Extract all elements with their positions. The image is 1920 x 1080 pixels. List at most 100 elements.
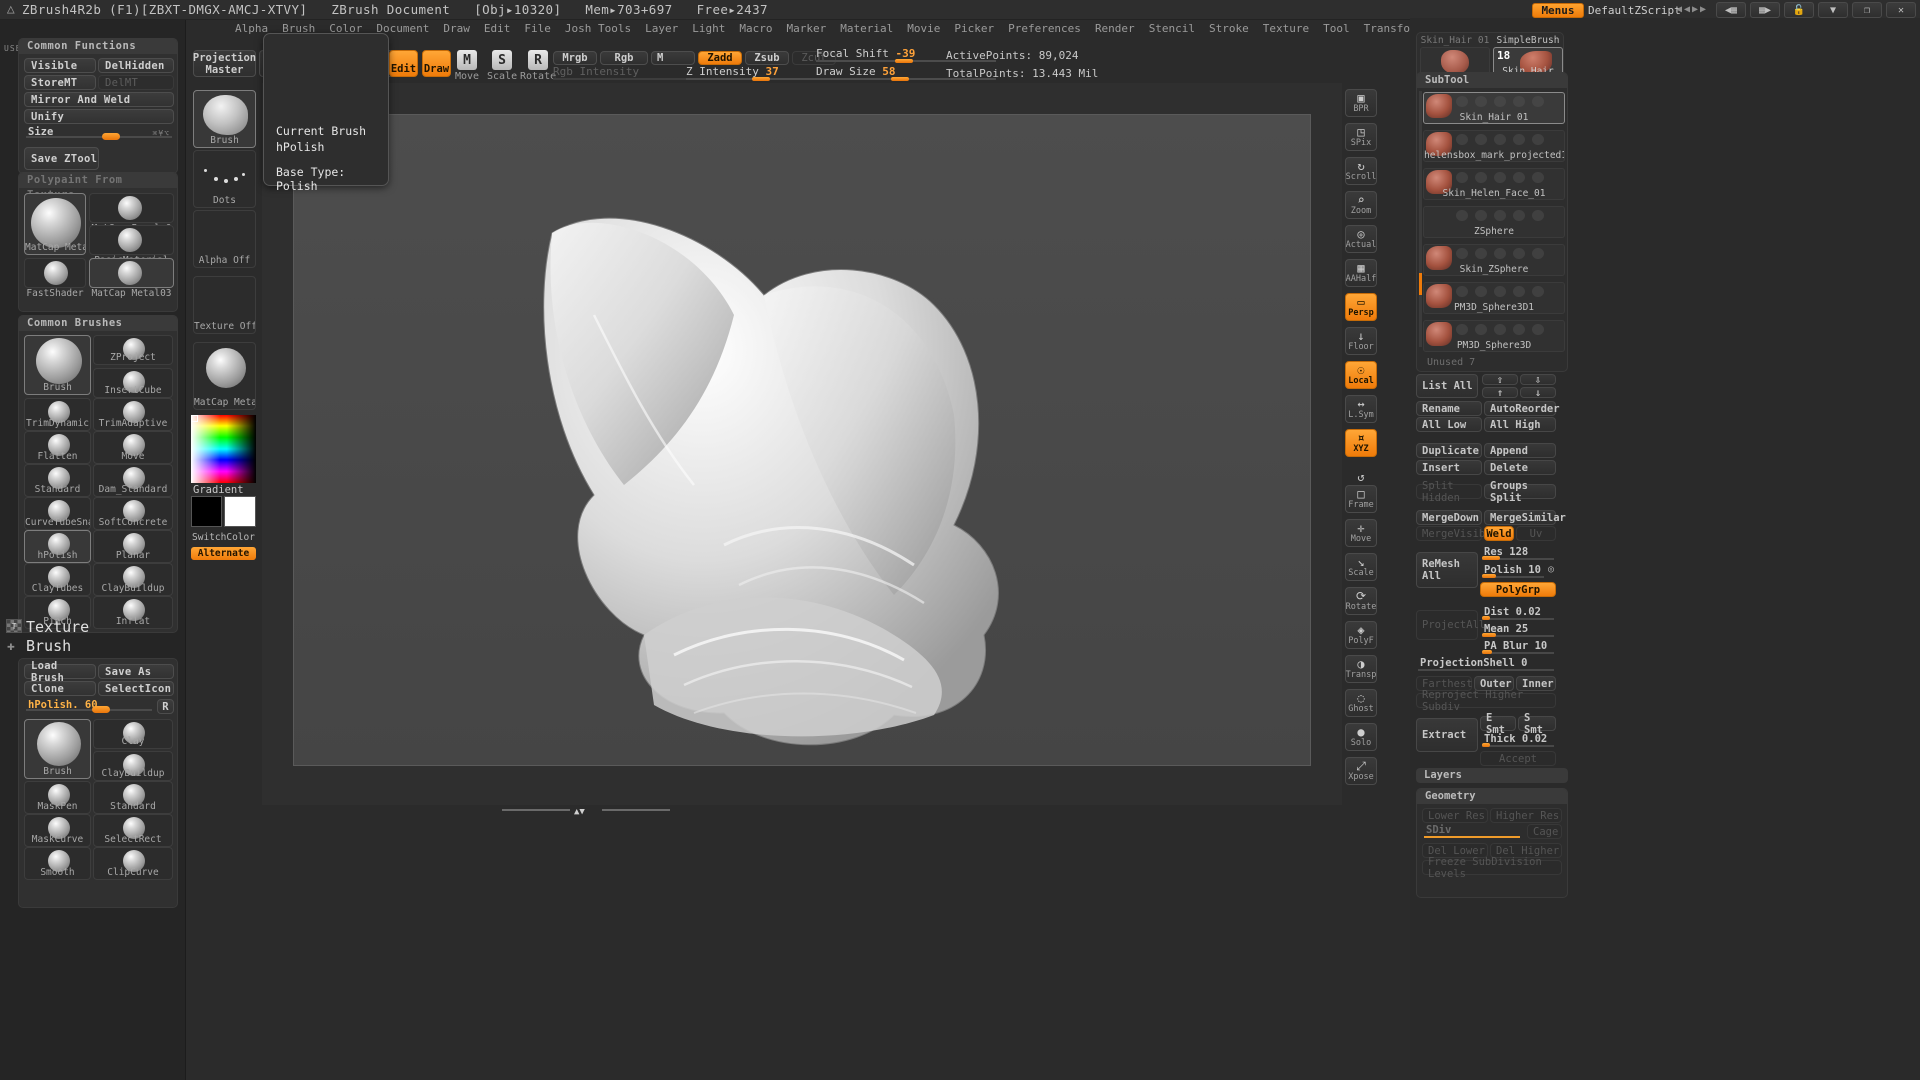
brush-cell-insertcube[interactable]: InsertCube — [93, 368, 173, 398]
subtool-row[interactable]: Skin_Helen_Face_01 — [1423, 168, 1565, 200]
thick-slider[interactable]: Thick 0.02 — [1480, 733, 1556, 748]
viewport-spix-button[interactable]: ◳ SPix — [1345, 123, 1377, 151]
polish-mode-icon[interactable]: ◎ — [1548, 564, 1554, 575]
brush-cell-trimadaptive[interactable]: TrimAdaptive — [93, 398, 173, 431]
brush-cell-planar[interactable]: Planar — [93, 530, 173, 563]
brushlist-cell-selectrect[interactable]: SelectRect — [93, 814, 173, 847]
visibility-eye-icon[interactable] — [1532, 134, 1544, 145]
window-controls[interactable]: ◀▦ ▦▶ 🔓 ▼ ❐ ✕ — [1716, 2, 1916, 18]
lock-icon[interactable]: 🔓 — [1784, 2, 1814, 18]
canvas-area[interactable] — [262, 83, 1342, 805]
autoreorder-button[interactable]: AutoReorder — [1484, 401, 1560, 416]
eye-toggle-b-icon[interactable] — [1475, 248, 1487, 259]
material-fastshader[interactable]: FastShader — [24, 258, 86, 299]
eye-toggle-a-icon[interactable] — [1456, 172, 1468, 183]
reproject-button[interactable]: Reproject Higher Subdiv — [1416, 689, 1556, 713]
subtool-row[interactable]: Skin_ZSphere — [1423, 244, 1565, 276]
size-slider-knob[interactable] — [102, 133, 120, 140]
subtool-visibility-toggles[interactable] — [1456, 134, 1544, 145]
merge-down-button[interactable]: MergeDown — [1416, 510, 1482, 525]
menu-item-tool[interactable]: Tool — [1316, 21, 1357, 36]
secondary-color-swatch[interactable] — [224, 496, 256, 527]
groups-split-button[interactable]: Groups Split — [1484, 480, 1556, 504]
scale-button[interactable]: S Scale — [487, 50, 517, 82]
brush-cell-brush[interactable]: Brush — [24, 335, 91, 395]
menu-item-stencil[interactable]: Stencil — [1142, 21, 1202, 36]
dist-knob[interactable] — [1482, 616, 1490, 620]
sdiv-slider[interactable]: SDiv — [1422, 824, 1522, 839]
paint-toggle-icon[interactable] — [1513, 134, 1525, 145]
visibility-eye-icon[interactable] — [1532, 248, 1544, 259]
merge-visible-button[interactable]: MergeVisible — [1416, 526, 1498, 541]
res-knob[interactable] — [1482, 556, 1500, 560]
canvas-hscrollbar[interactable]: ▲▼ — [262, 805, 1342, 817]
contrast-toggle-icon[interactable] — [1494, 96, 1506, 107]
save-as-button[interactable]: Save As — [98, 664, 174, 679]
viewport-frame-button[interactable]: □ Frame — [1345, 485, 1377, 513]
zadd-button[interactable]: Zadd — [698, 51, 742, 65]
size-slider[interactable]: Size ⌘¥⌥ — [24, 126, 174, 140]
visibility-eye-icon[interactable] — [1532, 324, 1544, 335]
viewport-l.sym-button[interactable]: ↔ L.Sym — [1345, 395, 1377, 423]
menu-item-light[interactable]: Light — [685, 21, 732, 36]
projection-shell-slider[interactable]: ProjectionShell 0 — [1416, 657, 1556, 672]
draw-button[interactable]: Draw — [422, 50, 451, 77]
menu-item-file[interactable]: File — [517, 21, 558, 36]
polygrp-button[interactable]: PolyGrp — [1480, 582, 1556, 597]
mean-slider[interactable]: Mean 25 — [1480, 623, 1556, 638]
s-smt-button[interactable]: S Smt — [1518, 712, 1556, 736]
maximize-icon[interactable]: ❐ — [1852, 2, 1882, 18]
brushlist-cell-standard[interactable]: Standard — [93, 781, 173, 814]
menu-item-preferences[interactable]: Preferences — [1001, 21, 1088, 36]
menu-item-movie[interactable]: Movie — [900, 21, 947, 36]
viewport-xyz-button[interactable]: ¤ XYZ — [1345, 429, 1377, 457]
cage-button[interactable]: Cage — [1527, 824, 1562, 839]
paint-toggle-icon[interactable] — [1513, 248, 1525, 259]
all-high-button[interactable]: All High — [1484, 417, 1556, 432]
layers-panel-title[interactable]: Layers — [1416, 768, 1568, 783]
brush-cell-standard[interactable]: Standard — [24, 464, 91, 497]
brushlist-cell-maskcurve[interactable]: MaskCurve — [24, 814, 91, 847]
viewport-zoom-button[interactable]: ⌕ Zoom — [1345, 191, 1377, 219]
subtool-visibility-toggles[interactable] — [1456, 96, 1544, 107]
viewport-floor-button[interactable]: ↓ Floor — [1345, 327, 1377, 355]
uv-button[interactable]: Uv — [1516, 526, 1556, 541]
tray-stroke[interactable]: Dots — [193, 150, 256, 208]
subtool-scroll-thumb[interactable] — [1419, 273, 1422, 295]
projection-master-button[interactable]: Projection Master — [193, 50, 256, 77]
contrast-toggle-icon[interactable] — [1494, 286, 1506, 297]
contrast-toggle-icon[interactable] — [1494, 248, 1506, 259]
visible-button[interactable]: Visible — [24, 58, 96, 73]
delhidden-button[interactable]: DelHidden — [98, 58, 174, 73]
eye-toggle-a-icon[interactable] — [1456, 96, 1468, 107]
viewport-local-button[interactable]: ☉ Local — [1345, 361, 1377, 389]
document-canvas[interactable] — [293, 114, 1311, 766]
subtool-visibility-toggles[interactable] — [1456, 210, 1544, 221]
contrast-toggle-icon[interactable] — [1494, 134, 1506, 145]
insert-button[interactable]: Insert — [1416, 460, 1482, 475]
eye-toggle-b-icon[interactable] — [1475, 286, 1487, 297]
m-button[interactable]: M — [651, 51, 695, 65]
brush-cell-trimdynamic[interactable]: TrimDynamic — [24, 398, 91, 431]
visibility-eye-icon[interactable] — [1532, 286, 1544, 297]
rename-button[interactable]: Rename — [1416, 401, 1482, 416]
unify-button[interactable]: Unify — [24, 109, 174, 124]
mirror-and-weld-button[interactable]: Mirror And Weld — [24, 92, 174, 107]
subtool-row[interactable]: ZSphere — [1423, 206, 1565, 238]
focal-shift-knob[interactable] — [895, 59, 913, 63]
scroll-left-track[interactable] — [502, 809, 570, 811]
viewport-ghost-button[interactable]: ◌ Ghost — [1345, 689, 1377, 717]
paint-toggle-icon[interactable] — [1513, 286, 1525, 297]
weld-button[interactable]: Weld — [1484, 526, 1514, 541]
material-matcap-metal03-b[interactable]: MatCap Metal03 — [89, 258, 174, 299]
eye-toggle-a-icon[interactable] — [1456, 210, 1468, 221]
zscript-nav-arrows-icon[interactable]: ◀◀▶▶ — [1676, 4, 1708, 15]
all-low-button[interactable]: All Low — [1416, 417, 1482, 432]
load-brush-button[interactable]: Load Brush — [24, 660, 96, 684]
menu-item-picker[interactable]: Picker — [947, 21, 1001, 36]
paint-toggle-icon[interactable] — [1513, 172, 1525, 183]
menu-item-texture[interactable]: Texture — [1256, 21, 1316, 36]
menu-item-macro[interactable]: Macro — [732, 21, 779, 36]
brush-cell-claytubes[interactable]: ClayTubes — [24, 563, 91, 596]
delmt-button[interactable]: DelMT — [98, 75, 174, 90]
